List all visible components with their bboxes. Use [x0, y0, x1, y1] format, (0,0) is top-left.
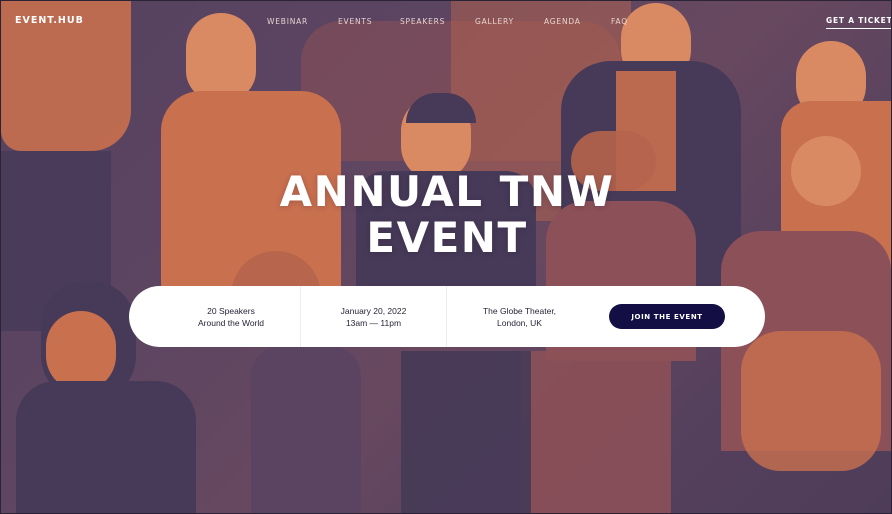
speakers-subtitle: Around the World [198, 317, 264, 328]
nav-link-events[interactable]: EVENTS [338, 17, 372, 26]
speakers-info: 20 Speakers Around the World [161, 286, 301, 347]
venue-name: The Globe Theater, [482, 305, 557, 316]
top-nav: EVENT.HUB WEBINAR EVENTS SPEAKERS GALLER… [1, 1, 891, 43]
event-date: January 20, 2022 [340, 305, 407, 316]
get-ticket-link[interactable]: GET A TICKET [826, 16, 891, 29]
nav-link-gallery[interactable]: GALLERY [475, 17, 514, 26]
venue-info: The Globe Theater, London, UK [447, 286, 592, 347]
nav-links: WEBINAR EVENTS SPEAKERS GALLERY AGENDA F… [1, 17, 891, 29]
date-info: January 20, 2022 13am — 11pm [301, 286, 446, 347]
nav-link-webinar[interactable]: WEBINAR [267, 17, 308, 26]
nav-link-faq[interactable]: FAQ [611, 17, 628, 26]
hero-title-line-2: EVENT [366, 213, 528, 262]
join-event-button[interactable]: JOIN THE EVENT [609, 304, 725, 329]
event-time: 13am — 11pm [345, 317, 402, 328]
nav-link-speakers[interactable]: SPEAKERS [400, 17, 445, 26]
event-info-bar: 20 Speakers Around the World January 20,… [129, 286, 765, 347]
venue-city: London, UK [497, 317, 542, 328]
nav-link-agenda[interactable]: AGENDA [544, 17, 581, 26]
hero-title-line-1: ANNUAL TNW [279, 167, 615, 216]
speakers-count: 20 Speakers [207, 305, 255, 316]
hero-title: ANNUAL TNW EVENT [1, 167, 891, 262]
hero-section: EVENT.HUB WEBINAR EVENTS SPEAKERS GALLER… [0, 0, 892, 514]
